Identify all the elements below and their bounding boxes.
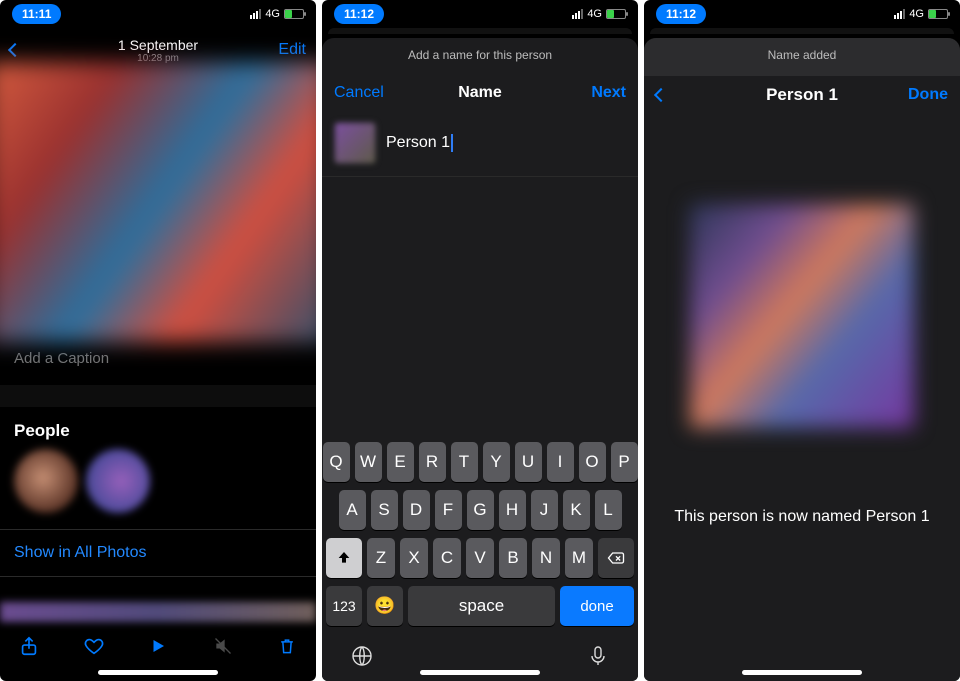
key-c[interactable]: C	[433, 538, 461, 578]
person-avatar[interactable]	[14, 449, 78, 513]
mute-icon[interactable]	[212, 635, 234, 657]
space-key[interactable]: space	[408, 586, 555, 626]
bottom-toolbar	[0, 622, 316, 670]
network-label: 4G	[587, 8, 602, 20]
person-photo	[690, 204, 914, 428]
key-a[interactable]: A	[339, 490, 366, 530]
emoji-key[interactable]: 😀	[367, 586, 403, 626]
key-v[interactable]: V	[466, 538, 494, 578]
key-k[interactable]: K	[563, 490, 590, 530]
key-q[interactable]: Q	[323, 442, 350, 482]
keyboard-row-3: Z X C V B N M	[326, 538, 634, 578]
back-button[interactable]	[654, 88, 668, 102]
key-n[interactable]: N	[532, 538, 560, 578]
status-bar: 11:12 4G	[644, 0, 960, 28]
key-h[interactable]: H	[499, 490, 526, 530]
play-icon[interactable]	[147, 635, 169, 657]
divider	[0, 385, 316, 407]
face-thumbnail	[334, 122, 376, 164]
screen-name-confirmed: 11:12 4G Name added Person 1 Done This p…	[644, 0, 960, 681]
modal-hint: Add a name for this person	[322, 38, 638, 76]
key-b[interactable]: B	[499, 538, 527, 578]
mic-icon[interactable]	[586, 644, 610, 668]
edit-button[interactable]: Edit	[278, 41, 306, 59]
share-icon[interactable]	[18, 635, 40, 657]
key-i[interactable]: I	[547, 442, 574, 482]
next-button[interactable]: Next	[591, 84, 626, 102]
network-label: 4G	[909, 8, 924, 20]
home-indicator[interactable]	[98, 670, 218, 675]
screen-photo-detail: 11:11 4G 1 September 10:28 pm Edit Add a…	[0, 0, 316, 681]
cancel-button[interactable]: Cancel	[334, 84, 384, 102]
back-button[interactable]	[8, 43, 22, 57]
status-right: 4G	[250, 8, 304, 20]
keyboard-row-2: A S D F G H J K L	[326, 490, 634, 530]
signal-icon	[250, 9, 261, 19]
numbers-key[interactable]: 123	[326, 586, 362, 626]
key-l[interactable]: L	[595, 490, 622, 530]
key-d[interactable]: D	[403, 490, 430, 530]
key-g[interactable]: G	[467, 490, 494, 530]
keyboard-row-4: 123 😀 space done	[326, 586, 634, 626]
status-time-pill: 11:12	[334, 4, 384, 24]
key-t[interactable]: T	[451, 442, 478, 482]
modal-hint: Name added	[644, 38, 960, 76]
key-r[interactable]: R	[419, 442, 446, 482]
key-m[interactable]: M	[565, 538, 593, 578]
modal-sheet: Add a name for this person Cancel Name N…	[322, 38, 638, 681]
backspace-key[interactable]	[598, 538, 634, 578]
status-time-pill: 11:11	[12, 4, 61, 24]
key-z[interactable]: Z	[367, 538, 395, 578]
show-in-all-photos-link[interactable]: Show in All Photos	[0, 530, 316, 576]
home-indicator[interactable]	[420, 670, 540, 675]
globe-icon[interactable]	[350, 644, 374, 668]
shift-key[interactable]	[326, 538, 362, 578]
key-u[interactable]: U	[515, 442, 542, 482]
battery-icon	[284, 9, 304, 19]
key-o[interactable]: O	[579, 442, 606, 482]
people-row	[0, 449, 316, 529]
photo-preview[interactable]	[0, 62, 316, 343]
status-bar: 11:11 4G	[0, 0, 316, 28]
text-caret	[451, 134, 453, 152]
modal-sheet: Name added Person 1 Done This person is …	[644, 38, 960, 681]
key-e[interactable]: E	[387, 442, 414, 482]
signal-icon	[572, 9, 583, 19]
signal-icon	[894, 9, 905, 19]
key-f[interactable]: F	[435, 490, 462, 530]
keyboard-row-1: Q W E R T Y U I O P	[326, 442, 634, 482]
screen-name-entry: 11:12 4G Add a name for this person Canc…	[322, 0, 638, 681]
done-key[interactable]: done	[560, 586, 634, 626]
status-right: 4G	[572, 8, 626, 20]
trash-icon[interactable]	[276, 635, 298, 657]
heart-icon[interactable]	[83, 635, 105, 657]
person-avatar[interactable]	[86, 449, 150, 513]
confirmation-text: This person is now named Person 1	[644, 508, 960, 526]
key-j[interactable]: J	[531, 490, 558, 530]
name-text-field[interactable]: Person 1	[386, 134, 453, 152]
network-label: 4G	[265, 8, 280, 20]
key-p[interactable]: P	[611, 442, 638, 482]
battery-icon	[928, 9, 948, 19]
photo-strip[interactable]	[0, 602, 316, 622]
status-time-pill: 11:12	[656, 4, 706, 24]
battery-icon	[606, 9, 626, 19]
done-button[interactable]: Done	[908, 86, 948, 104]
key-s[interactable]: S	[371, 490, 398, 530]
key-x[interactable]: X	[400, 538, 428, 578]
home-indicator[interactable]	[742, 670, 862, 675]
name-input-row[interactable]: Person 1	[322, 110, 638, 177]
status-bar: 11:12 4G	[322, 0, 638, 28]
key-w[interactable]: W	[355, 442, 382, 482]
status-right: 4G	[894, 8, 948, 20]
people-heading: People	[0, 407, 316, 449]
header-date: 1 September	[0, 37, 316, 53]
key-y[interactable]: Y	[483, 442, 510, 482]
keyboard: Q W E R T Y U I O P A S D F G H J K L	[322, 436, 638, 681]
